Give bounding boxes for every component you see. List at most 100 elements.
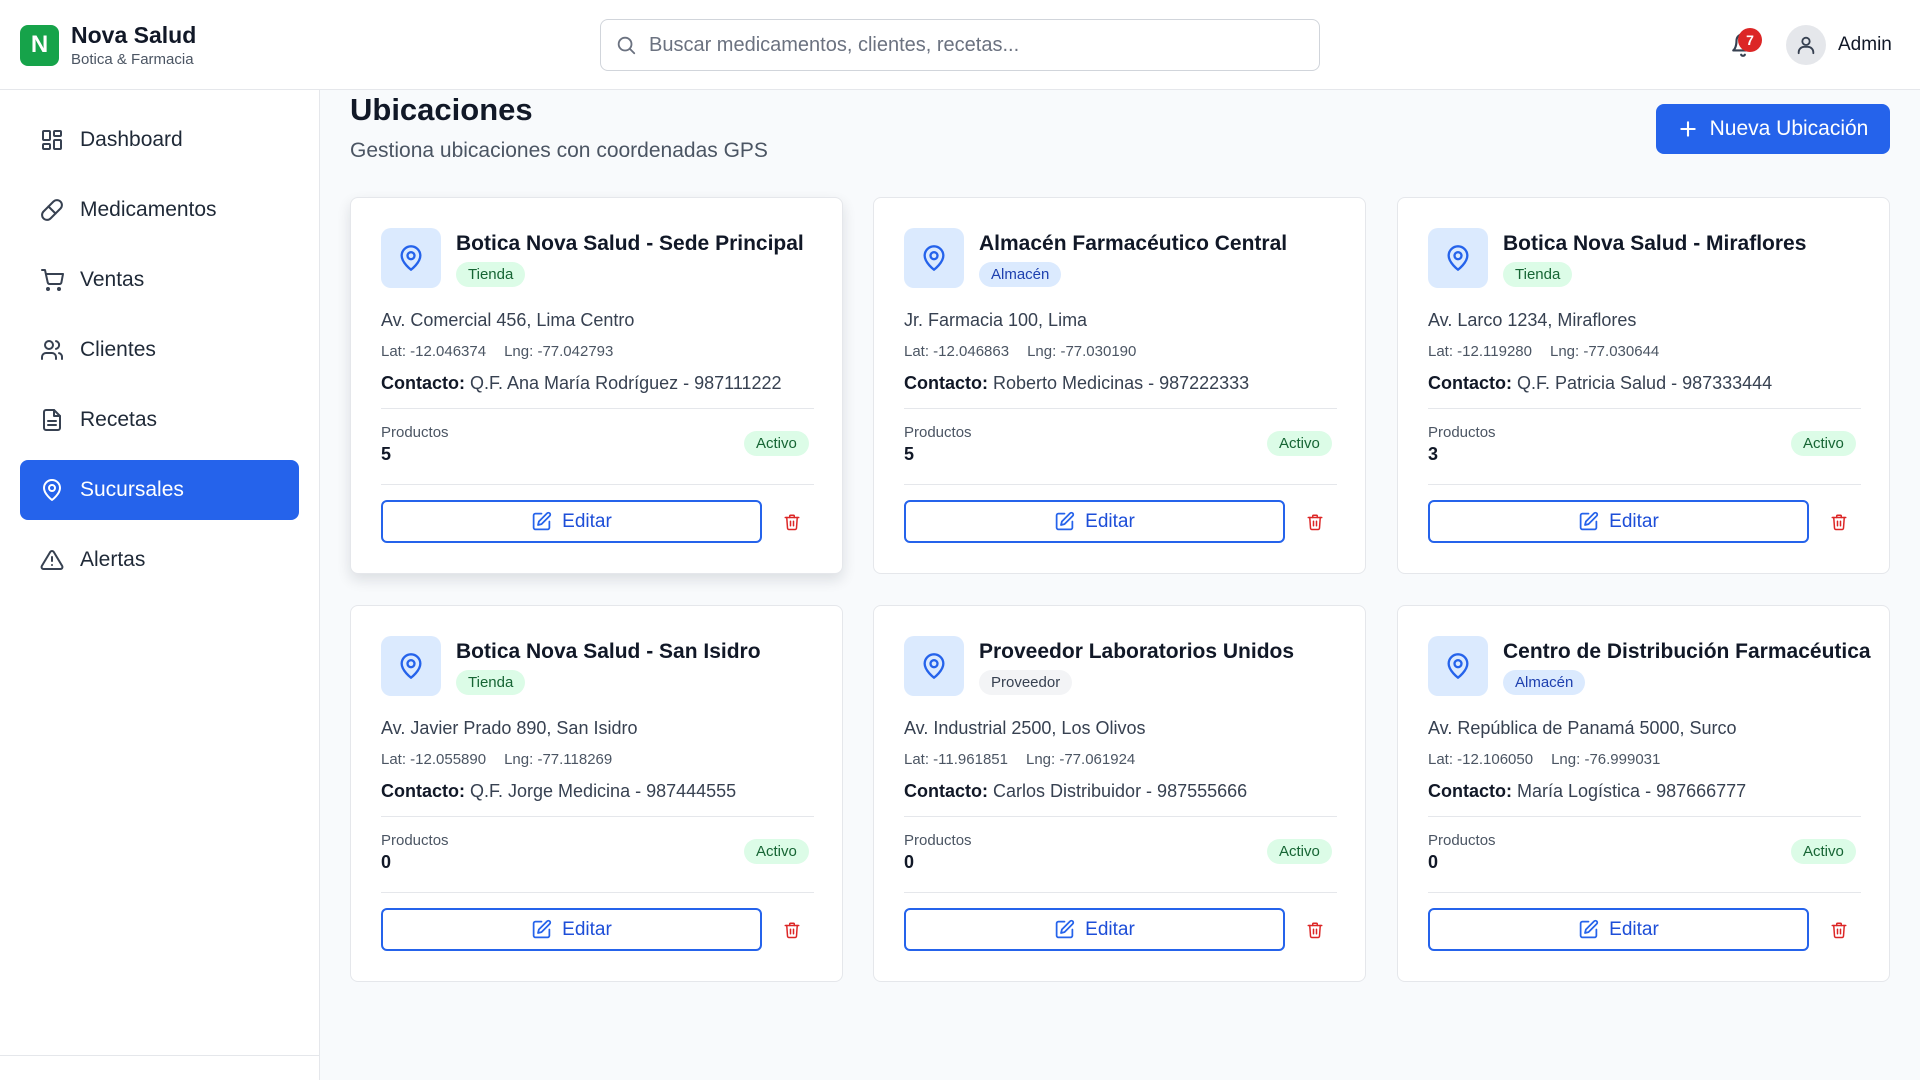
- status-badge: Activo: [1791, 431, 1856, 456]
- divider: [1428, 408, 1861, 409]
- location-pin-badge: [381, 636, 441, 696]
- products-count: 5: [904, 444, 915, 464]
- delete-button[interactable]: [1304, 511, 1326, 533]
- location-address: Av. República de Panamá 5000, Surco: [1428, 718, 1737, 738]
- delete-button[interactable]: [1828, 919, 1850, 941]
- location-type-badge: Tienda: [456, 262, 526, 287]
- location-name: Centro de Distribución Farmacéutica: [1503, 640, 1871, 663]
- users-icon: [41, 340, 64, 360]
- location-contact: Contacto: Carlos Distribuidor - 98755566…: [904, 781, 1247, 802]
- location-card: Proveedor Laboratorios Unidos Proveedor Av…: [873, 605, 1366, 982]
- sidebar-item-sucursales[interactable]: Sucursales: [20, 460, 299, 520]
- divider: [381, 892, 814, 893]
- edit-icon: [1055, 919, 1075, 939]
- delete-button[interactable]: [781, 511, 803, 533]
- sidebar-item-ventas[interactable]: Ventas: [20, 250, 299, 310]
- edit-button[interactable]: Editar: [904, 500, 1285, 543]
- location-address: Av. Comercial 456, Lima Centro: [381, 310, 635, 330]
- location-name: Botica Nova Salud - San Isidro: [456, 640, 761, 663]
- brand-text: Nova Salud Botica & Farmacia: [71, 22, 196, 68]
- delete-button[interactable]: [781, 919, 803, 941]
- location-type-badge: Almacén: [979, 262, 1062, 287]
- latitude: Lat: -12.046863: [904, 343, 1010, 360]
- location-coordinates: Lat: -12.119280 Lng: -77.030644: [1428, 343, 1659, 360]
- divider: [904, 408, 1337, 409]
- contact-label: Contacto:: [1428, 373, 1512, 393]
- products-label: Productos: [1428, 424, 1496, 441]
- location-contact: Contacto: Q.F. Ana María Rodríguez - 987…: [381, 373, 782, 394]
- location-card: Botica Nova Salud - Sede Principal Tienda…: [350, 197, 843, 574]
- location-type-badge: Proveedor: [979, 670, 1073, 695]
- location-card: Centro de Distribución Farmacéutica Almac…: [1397, 605, 1890, 982]
- edit-button[interactable]: Editar: [1428, 500, 1809, 543]
- products-count: 0: [381, 852, 392, 872]
- new-location-label: Nueva Ubicación: [1709, 117, 1869, 140]
- new-location-button[interactable]: Nueva Ubicación: [1656, 104, 1890, 154]
- contact-label: Contacto:: [381, 781, 465, 801]
- sidebar-item-dashboard[interactable]: Dashboard: [20, 110, 299, 170]
- location-name: Botica Nova Salud - Miraflores: [1503, 232, 1807, 255]
- edit-button[interactable]: Editar: [1428, 908, 1809, 951]
- map-pin-icon: [923, 245, 945, 271]
- location-card: Almacén Farmacéutico Central Almacén Jr. F…: [873, 197, 1366, 574]
- location-type-badge: Tienda: [456, 670, 526, 695]
- cart-icon: [41, 269, 64, 291]
- location-contact: Contacto: María Logística - 987666777: [1428, 781, 1746, 802]
- location-address: Av. Javier Prado 890, San Isidro: [381, 718, 638, 738]
- location-pin-badge: [381, 228, 441, 288]
- delete-button[interactable]: [1828, 511, 1850, 533]
- sidebar-item-recetas[interactable]: Recetas: [20, 390, 299, 450]
- sidebar-item-label: Clientes: [80, 338, 156, 361]
- products-label: Productos: [904, 424, 972, 441]
- contact-label: Contacto:: [904, 373, 988, 393]
- user-menu[interactable]: Admin: [1786, 25, 1892, 65]
- sidebar-item-clientes[interactable]: Clientes: [20, 320, 299, 380]
- trash-icon: [1831, 922, 1847, 939]
- user-icon: [1797, 36, 1815, 55]
- divider: [904, 816, 1337, 817]
- map-pin-icon: [43, 479, 61, 501]
- delete-button[interactable]: [1304, 919, 1326, 941]
- sidebar-item-label: Alertas: [80, 548, 146, 571]
- products-label: Productos: [381, 424, 449, 441]
- avatar: [1786, 25, 1826, 65]
- divider: [1428, 484, 1861, 485]
- sidebar-item-alertas[interactable]: Alertas: [20, 530, 299, 590]
- divider: [1428, 816, 1861, 817]
- products-count: 3: [1428, 444, 1439, 464]
- search-input[interactable]: [649, 33, 1289, 57]
- edit-button[interactable]: Editar: [904, 908, 1285, 951]
- page-subtitle: Gestiona ubicaciones con coordenadas GPS: [350, 139, 768, 162]
- map-pin-icon: [400, 653, 422, 679]
- sidebar-item-label: Dashboard: [80, 128, 183, 151]
- divider: [1428, 892, 1861, 893]
- search-icon: [617, 36, 636, 55]
- location-coordinates: Lat: -12.046374 Lng: -77.042793: [381, 343, 613, 360]
- location-name: Botica Nova Salud - Sede Principal: [456, 232, 804, 255]
- products-label: Productos: [904, 832, 972, 849]
- divider: [904, 484, 1337, 485]
- edit-label: Editar: [1609, 918, 1659, 940]
- sidebar-item-medicamentos[interactable]: Medicamentos: [20, 180, 299, 240]
- brand[interactable]: N Nova Salud Botica & Farmacia: [20, 22, 196, 68]
- search-box[interactable]: [600, 19, 1320, 71]
- sidebar-item-label: Medicamentos: [80, 198, 217, 221]
- trash-icon: [1307, 922, 1323, 939]
- edit-icon: [1055, 511, 1075, 531]
- edit-button[interactable]: Editar: [381, 500, 762, 543]
- status-badge: Activo: [1267, 839, 1332, 864]
- products-count: 0: [1428, 852, 1439, 872]
- contact-value: Q.F. Patricia Salud - 987333444: [1517, 373, 1773, 393]
- divider: [381, 816, 814, 817]
- dashboard-icon: [42, 130, 62, 150]
- contact-label: Contacto:: [381, 373, 465, 393]
- brand-name: Nova Salud: [71, 22, 197, 48]
- location-address: Av. Industrial 2500, Los Olivos: [904, 718, 1146, 738]
- edit-button[interactable]: Editar: [381, 908, 762, 951]
- products-label: Productos: [1428, 832, 1496, 849]
- edit-label: Editar: [1085, 510, 1135, 532]
- longitude: Lng: -77.030190: [1027, 343, 1137, 360]
- plus-icon: [1679, 121, 1696, 137]
- location-contact: Contacto: Q.F. Patricia Salud - 98733344…: [1428, 373, 1772, 394]
- trash-icon: [784, 514, 800, 531]
